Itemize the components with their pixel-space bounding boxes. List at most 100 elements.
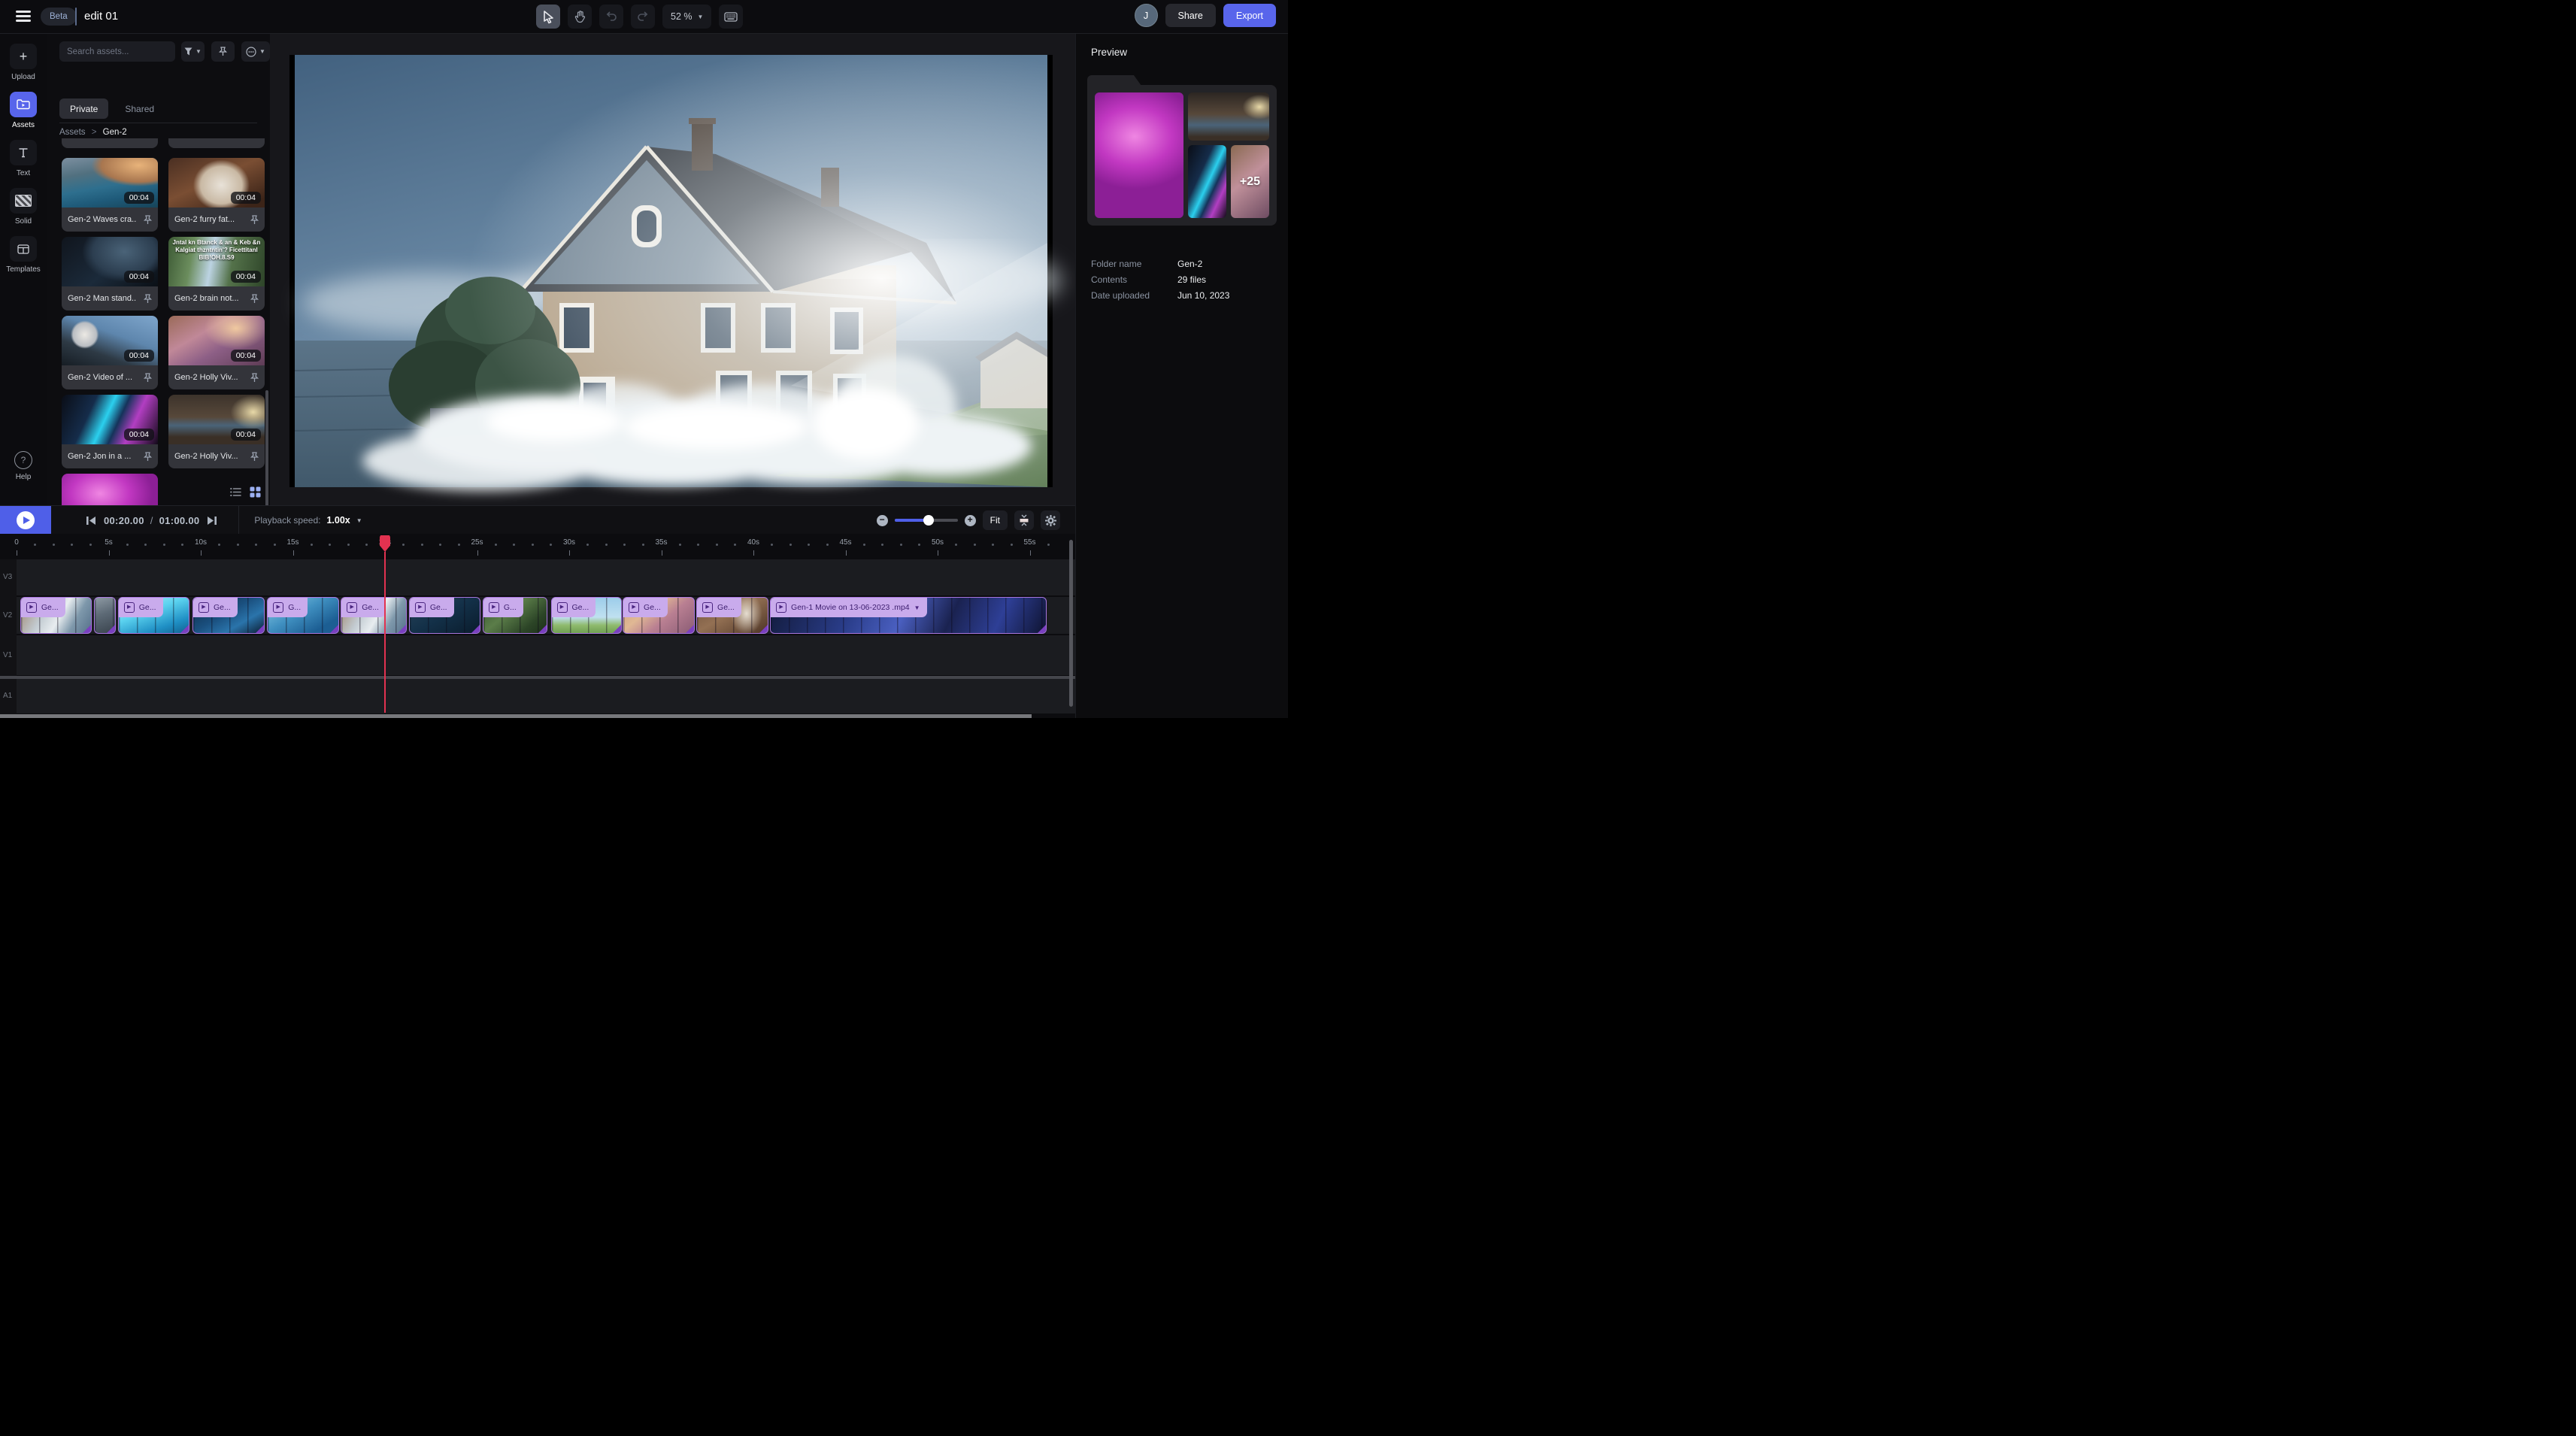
hamburger-menu-icon[interactable] — [16, 11, 31, 23]
timeline-clip[interactable]: ▶Ge... — [192, 597, 265, 634]
timeline-settings-button[interactable] — [1041, 510, 1060, 530]
playback-speed-control[interactable]: Playback speed: 1.00x ▼ — [254, 515, 362, 526]
zoom-in-button[interactable]: + — [965, 515, 976, 526]
select-tool-button[interactable] — [536, 5, 560, 29]
asset-card-partial[interactable] — [168, 138, 265, 148]
asset-card[interactable]: 00:04Gen-2 Holly Viv... — [168, 316, 265, 389]
pin-icon[interactable] — [144, 215, 152, 225]
playbar-divider — [238, 506, 239, 535]
pin-icon[interactable] — [250, 215, 259, 225]
timeline-clip[interactable]: ▶Ge... — [551, 597, 622, 634]
asset-card[interactable]: 00:04Gen-2 Jon in a ... — [62, 395, 158, 468]
project-title[interactable]: edit 01 — [84, 10, 118, 23]
breadcrumb-root[interactable]: Assets — [59, 128, 86, 137]
clip-name: G... — [288, 603, 301, 612]
tab-private[interactable]: Private — [59, 98, 108, 119]
collapse-tracks-button[interactable] — [1014, 510, 1034, 530]
timeline-clip[interactable]: ▶Gen-1 Movie on 13-06-2023 .mp4▼ — [770, 597, 1047, 634]
track-v3[interactable] — [17, 559, 1075, 595]
asset-card[interactable]: 00:04Gen-2 Waves cra... — [62, 158, 158, 232]
hand-tool-button[interactable] — [568, 5, 592, 29]
asset-card[interactable]: 00:04Gen-2 Video of ... — [62, 316, 158, 389]
skip-to-end-button[interactable] — [207, 516, 217, 526]
timeline-zoom-slider[interactable] — [895, 519, 958, 522]
user-avatar[interactable]: J — [1135, 4, 1158, 27]
preview-canvas[interactable] — [270, 33, 1075, 505]
pin-icon[interactable] — [144, 452, 152, 462]
filter-button[interactable]: ▼ — [181, 41, 205, 62]
sidebar-item-text[interactable]: Text — [0, 140, 47, 177]
thumbnail-overlay-text: Jntal kn Btanck & an & Keb &n Kalgiat th… — [171, 239, 262, 262]
timeline-clip[interactable]: ▶Ge... — [118, 597, 190, 634]
sidebar-item-assets[interactable]: Assets — [0, 92, 47, 129]
timeline-clip[interactable]: ▶Ge... — [623, 597, 695, 634]
asset-name: Gen-2 Jon in a ... — [68, 452, 131, 461]
keyboard-shortcuts-button[interactable] — [719, 5, 743, 29]
folder-preview[interactable]: +25 — [1087, 75, 1277, 226]
skip-to-start-button[interactable] — [86, 516, 96, 526]
timeline-ruler[interactable]: 05s10s15s20s25s30s35s40s45s50s55s — [0, 534, 1075, 559]
breadcrumb-current: Gen-2 — [103, 128, 127, 137]
pin-icon[interactable] — [250, 294, 259, 304]
pin-icon[interactable] — [250, 452, 259, 462]
slider-knob[interactable] — [923, 515, 934, 526]
clip-play-icon: ▶ — [415, 602, 426, 613]
timeline-clip[interactable]: ▶G... — [483, 597, 547, 634]
track-v1[interactable] — [17, 635, 1075, 675]
pin-icon[interactable] — [144, 373, 152, 383]
pin-icon[interactable] — [144, 294, 152, 304]
assets-scrollbar[interactable] — [265, 390, 268, 518]
skip-end-icon — [207, 516, 217, 526]
redo-icon — [637, 11, 649, 22]
timeline-vertical-scrollbar[interactable] — [1069, 540, 1073, 707]
asset-grid-scroll-area[interactable]: 00:04Gen-2 Waves cra...00:04Gen-2 furry … — [47, 138, 270, 518]
zoom-out-button[interactable]: − — [877, 515, 888, 526]
export-button[interactable]: Export — [1223, 4, 1276, 27]
more-options-button[interactable]: ▼ — [241, 41, 270, 62]
clip-label: ▶Ge... — [193, 598, 238, 617]
ruler-dot — [458, 544, 460, 546]
timeline-clip[interactable]: ▶Ge... — [696, 597, 768, 634]
ruler-dot — [881, 544, 883, 546]
share-button[interactable]: Share — [1165, 4, 1216, 27]
ruler-dot — [274, 544, 276, 546]
timeline-clip[interactable]: ▶Ge... — [409, 597, 481, 634]
transport-controls: 00:20.00/01:00.00 — [86, 515, 217, 526]
grid-view-button[interactable] — [250, 486, 261, 498]
asset-card-footer: Gen-2 Holly Viv... — [168, 444, 265, 468]
info-label: Contents — [1091, 274, 1177, 285]
chevron-down-icon: ▼ — [195, 48, 202, 55]
asset-card[interactable]: 00:04Gen-2 Man stand... — [62, 237, 158, 311]
zoom-level-dropdown[interactable]: 52 % ▼ — [662, 5, 711, 29]
sidebar-item-solid[interactable]: Solid — [0, 188, 47, 226]
timeline-clip[interactable]: ▶Ge... — [341, 597, 407, 634]
asset-card-partial[interactable] — [62, 138, 158, 148]
tab-shared[interactable]: Shared — [114, 98, 165, 119]
ruler-dot — [992, 544, 994, 546]
timeline-clip[interactable]: ▶G... — [267, 597, 339, 634]
undo-button[interactable] — [599, 5, 623, 29]
list-view-button[interactable] — [230, 487, 242, 497]
cursor-icon — [543, 11, 554, 23]
fit-button[interactable]: Fit — [983, 510, 1008, 530]
sidebar-item-help[interactable]: ? Help — [0, 451, 47, 481]
search-input[interactable] — [59, 41, 175, 62]
track-a1[interactable] — [17, 679, 1075, 713]
sidebar-item-upload[interactable]: + Upload — [0, 44, 47, 81]
pin-icon[interactable] — [250, 373, 259, 383]
sidebar-item-templates[interactable]: Templates — [0, 236, 47, 274]
timeline-horizontal-scrollbar[interactable] — [0, 714, 1032, 718]
chevron-down-icon: ▼ — [356, 517, 362, 524]
ruler-dot — [771, 544, 773, 546]
asset-card[interactable]: 00:04Gen-2 furry fat... — [168, 158, 265, 232]
play-button[interactable] — [0, 506, 51, 535]
timeline-clip[interactable]: ▶Ge... — [20, 597, 92, 634]
redo-button[interactable] — [631, 5, 655, 29]
asset-card[interactable]: 00:04Gen-2 Holly Viv... — [168, 395, 265, 468]
timeline-clip[interactable] — [94, 597, 116, 634]
pin-filter-button[interactable] — [211, 41, 235, 62]
ruler-dot — [550, 544, 552, 546]
info-row: Folder name Gen-2 — [1091, 259, 1274, 269]
asset-card[interactable]: Jntal kn Btanck & an & Keb &n Kalgiat th… — [168, 237, 265, 311]
sidebar-item-label: Solid — [15, 217, 32, 226]
